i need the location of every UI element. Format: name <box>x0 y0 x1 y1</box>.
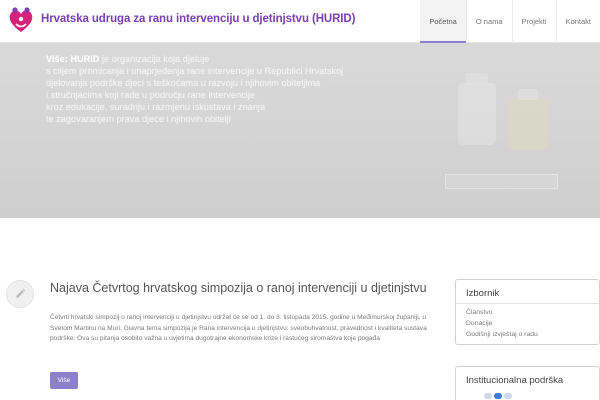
support-logo-icon <box>494 393 502 399</box>
hero-line: s ciljem promicanja i unaprjeđenja rane … <box>46 66 344 76</box>
hero-line: te zagovaranjem prava djece i njihovih o… <box>46 114 231 124</box>
nav-item-pocetna[interactable]: Početna <box>420 0 466 43</box>
hero-lead: Više: HURID <box>46 54 100 64</box>
nav-item-projekti[interactable]: Projekti <box>513 0 556 43</box>
hero-image <box>458 73 548 150</box>
pencil-icon <box>16 288 26 298</box>
post-format-icon <box>6 280 34 308</box>
post-title[interactable]: Najava Četvrtog hrvatskog simpozija o ra… <box>50 280 430 296</box>
hero-line: djelovanja podrške djeci s teškoćama u r… <box>46 78 321 88</box>
site-header: Hrvatska udruga za ranu intervenciju u d… <box>0 0 600 43</box>
menu-widget: Izbornik Članstvo Donacije Godišnji izvj… <box>455 279 600 345</box>
hero-line: kroz edukacije, suradnju i razmjenu isku… <box>46 102 266 112</box>
menu-item-godisnji-izvjestaj[interactable]: Godišnji izvještaj o radu <box>466 329 599 340</box>
menu-item-clanstvo[interactable]: Članstvo <box>466 307 599 318</box>
menu-item-donacije[interactable]: Donacije <box>466 318 599 329</box>
hero-text: Više: HURID je organizacija koja djeluje… <box>46 53 416 125</box>
post-excerpt: Četvrti hrvatski simpozij o ranoj interv… <box>50 314 427 343</box>
hero-line: i stručnjacima koji rade u području rane… <box>46 90 255 100</box>
support-logos <box>484 393 512 400</box>
support-widget: Institucionalna podrška <box>455 366 600 400</box>
menu-widget-list: Članstvo Donacije Godišnji izvještaj o r… <box>456 304 599 340</box>
support-widget-title: Institucionalna podrška <box>466 375 564 386</box>
hurid-logo-icon[interactable] <box>6 5 36 35</box>
support-logo-icon <box>504 393 512 399</box>
support-logo-icon <box>484 393 492 399</box>
nav-item-kontakt[interactable]: Kontakt <box>557 0 600 43</box>
menu-widget-title: Izbornik <box>456 280 599 304</box>
hero-shadow <box>0 213 600 241</box>
site-title[interactable]: Hrvatska udruga za ranu intervenciju u d… <box>41 13 355 25</box>
hero-slider[interactable]: Više: HURID je organizacija koja djeluje… <box>0 43 600 218</box>
hero-button[interactable] <box>445 174 558 189</box>
read-more-button[interactable]: Više <box>50 372 78 389</box>
hero-line: je organizacija koja djeluje <box>102 54 210 64</box>
nav-item-o-nama[interactable]: O nama <box>467 0 512 43</box>
main-nav: Početna O nama Projekti Kontakt <box>420 0 600 43</box>
